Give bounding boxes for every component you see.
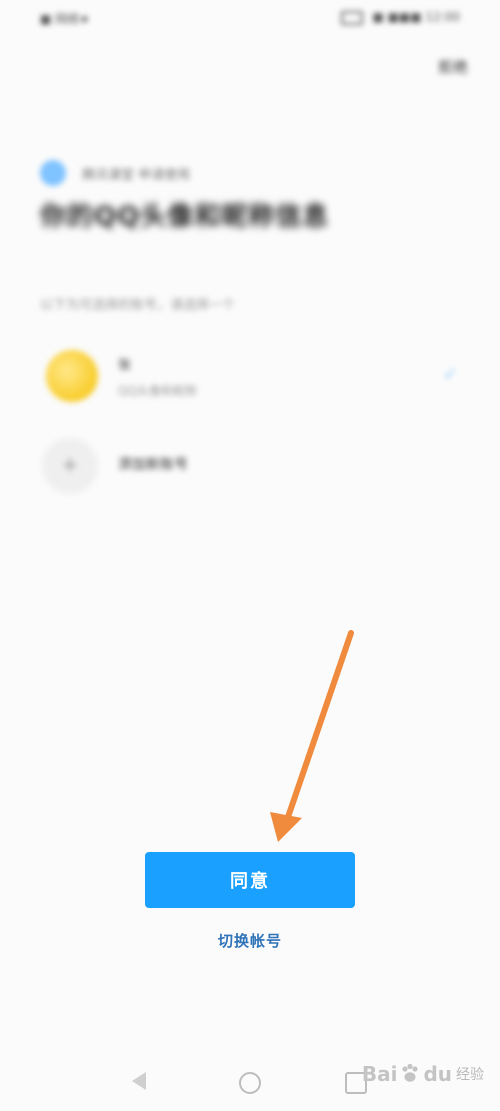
paw-icon xyxy=(402,1063,419,1082)
app-logo-icon xyxy=(40,160,66,186)
switch-account-link[interactable]: 切换帐号 xyxy=(0,930,500,951)
avatar-yellow-icon xyxy=(46,350,98,402)
plus-icon: + xyxy=(42,438,98,494)
authorization-screen: ■ 网络★ ■ ■■■ 12:00 拒绝 腾讯课堂 申请使用 你的QQ头像和昵称… xyxy=(0,0,500,1111)
account-name: 张 xyxy=(118,358,132,373)
new-account-label: 添加新账号 xyxy=(118,457,188,473)
status-right-text: ■ ■■■ 12:00 xyxy=(372,10,460,24)
brand-text: 腾讯课堂 申请使用 xyxy=(82,167,191,183)
watermark-text-b: du xyxy=(423,1062,452,1086)
battery-icon xyxy=(340,10,363,25)
new-account-option[interactable]: + 添加新账号 xyxy=(40,436,470,496)
account-sub: QQ头像和昵称 xyxy=(118,384,197,398)
app-brand: 腾讯课堂 申请使用 xyxy=(40,160,190,186)
page-title: 你的QQ头像和昵称信息 xyxy=(40,202,330,232)
agree-button[interactable]: 同意 xyxy=(145,852,355,908)
check-icon: ✓ xyxy=(442,364,458,385)
status-right: ■ ■■■ 12:00 xyxy=(340,10,460,25)
watermark-text-a: Bai xyxy=(361,1062,398,1086)
status-left-text: ■ 网络★ xyxy=(40,12,90,26)
baidu-watermark: Bai du 经验 xyxy=(362,1062,484,1086)
account-option[interactable]: 张 QQ头像和昵称 ✓ xyxy=(40,346,470,406)
watermark-text-c: 经验 xyxy=(456,1067,484,1083)
status-bar: ■ 网络★ ■ ■■■ 12:00 xyxy=(0,0,500,36)
decline-link[interactable]: 拒绝 xyxy=(438,56,468,77)
home-circle-icon[interactable] xyxy=(239,1072,261,1094)
page-subtitle: 以下为可选择的账号，请选择一个 xyxy=(40,298,236,313)
back-triangle-icon[interactable] xyxy=(132,1072,146,1090)
